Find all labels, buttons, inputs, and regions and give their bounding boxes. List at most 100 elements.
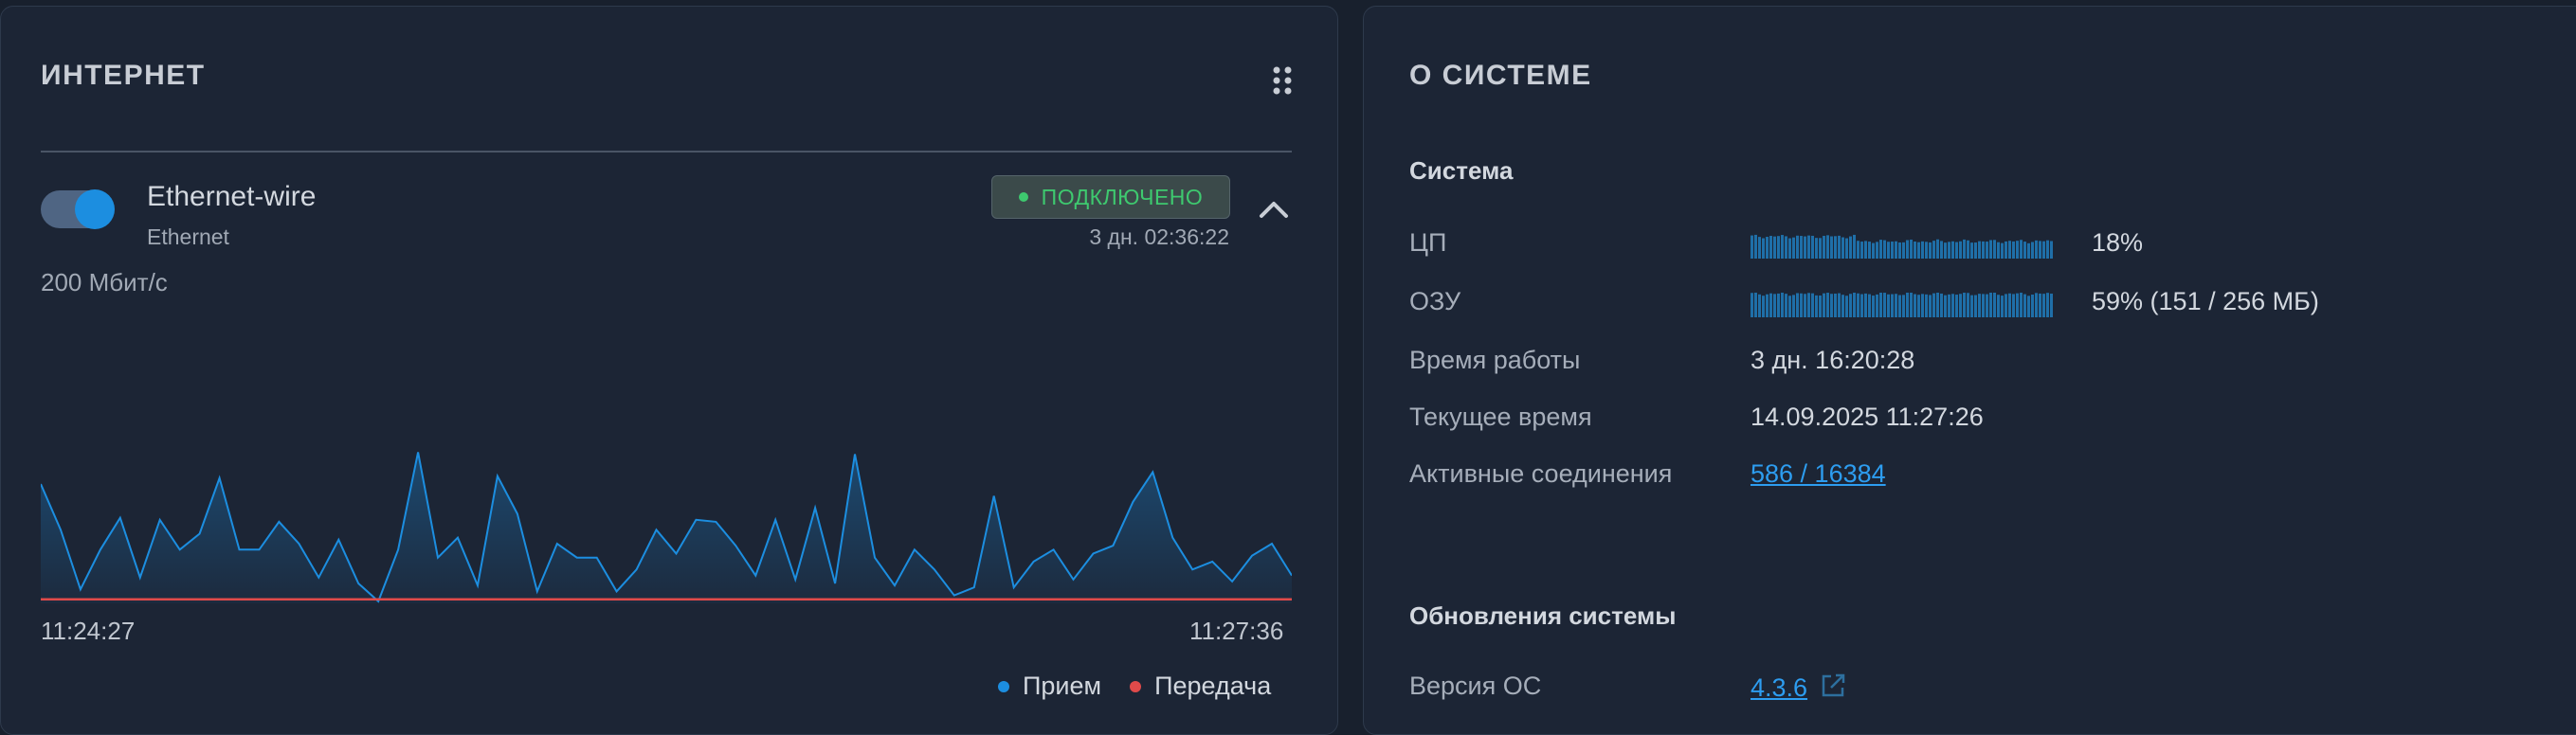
ram-history-bar [2008,293,2011,317]
cpu-history-bar [1788,238,1791,259]
ram-history-bar [1754,293,1757,317]
cpu-history-bar [1879,240,1882,259]
ram-history-bar [1826,293,1829,317]
ram-history-bar [1970,295,1973,317]
cpu-history-bar [1978,241,1981,259]
ram-history-bar [1879,293,1882,317]
chevron-up-icon[interactable] [1258,196,1290,221]
ram-history-bar [1978,294,1981,317]
ram-history-bar [1788,296,1791,317]
ram-history-bar [1944,295,1947,317]
cpu-history-bar [1826,235,1829,259]
cpu-history-bar [1986,242,1988,259]
cpu-history-bar [1864,241,1867,259]
ram-history-bar [1868,294,1871,317]
cpu-history-bar [2050,241,2053,259]
toggle-knob [75,189,115,229]
ram-label: ОЗУ [1409,287,1461,315]
drag-handle-icon[interactable] [1272,65,1293,96]
ram-history-bar [1800,293,1803,317]
cpu-history-bar [1951,241,1954,259]
ram-history-bar [1751,293,1753,317]
cpu-history-bar [1754,234,1757,259]
status-badge: ПОДКЛЮЧЕНО [991,175,1230,219]
cpu-history-bar [1902,242,1905,259]
ram-history-bar [1917,295,1920,317]
cpu-history-bar [1970,242,1973,259]
ram-history-bar [1982,294,1985,317]
external-link-icon[interactable] [1819,672,1847,700]
ram-history-bar [1841,295,1844,317]
connections-link[interactable]: 586 / 16384 [1751,459,1886,489]
ram-history-bar [1872,296,1875,317]
section-updates-title: Обновления системы [1409,601,1677,630]
cpu-history-bar [1944,242,1947,259]
cpu-history-bar [2005,241,2007,259]
interface-toggle[interactable] [41,189,115,229]
internet-card-title: ИНТЕРНЕТ [41,60,206,91]
ram-history-bar [1815,295,1818,317]
chart-time-start: 11:24:27 [41,617,136,645]
legend-tx-dot-icon [1130,680,1142,692]
ram-history-bar [1762,296,1765,317]
cpu-history-bar [1781,235,1784,259]
cpu-history-bar [1796,235,1799,259]
connections-label: Активные соединения [1409,459,1673,488]
ram-history-bar [1986,294,1988,317]
ram-history-bar [1758,294,1761,317]
cpu-history-bar [1758,237,1761,259]
cpu-history-bar [1857,241,1859,259]
ram-history-bar [1830,294,1833,317]
ram-history-bar [2035,293,2038,317]
cpu-history-bar [1766,237,1769,259]
cpu-history-bar [1906,240,1909,259]
cpu-history-bar [1841,237,1844,259]
cpu-history-bar [1917,242,1920,259]
ram-history-bar [1951,294,1954,317]
ram-history-bar [2039,293,2041,317]
cpu-history-bar [2035,240,2038,259]
ram-history-bar [1804,294,1806,317]
ram-history-bar [1932,293,1935,317]
traffic-chart [41,452,1292,603]
cpu-history-bar [1853,234,1856,259]
ram-history-bar [1955,295,1958,317]
cpu-history-bar [1898,242,1901,259]
ram-history-bar [1849,294,1852,317]
cpu-history-bar [1948,242,1950,259]
uptime-value: 3 дн. 16:20:28 [1751,346,1915,374]
cpu-history-bar [1785,236,1787,259]
ram-history-bar [1929,295,1932,317]
cpu-history-bar [1868,242,1871,259]
ram-history-bar [1891,294,1894,317]
cpu-history-bar [2046,240,2049,259]
cpu-history-bar [1929,242,1932,259]
cpu-history-bar [1895,241,1897,259]
ram-history-bar [2042,294,2045,317]
ram-history-bar [1895,294,1897,317]
cpu-history-bar [1849,236,1852,259]
cpu-history-bar [2008,241,2011,259]
ram-history-bar [1864,293,1867,317]
ram-history-bar [1845,296,1848,317]
ram-history-bar [1974,295,1977,317]
ram-history-bar [1857,293,1859,317]
cpu-history-bar [1769,235,1772,259]
legend-tx-label: Передача [1154,672,1272,700]
ram-history-bar [1993,293,1996,317]
system-card-title: О СИСТЕМЕ [1409,60,1592,91]
os-version-link[interactable]: 4.3.6 [1751,673,1807,702]
cpu-history-bar [2042,241,2045,259]
ram-history-bar [1967,293,1969,317]
cpu-history-bar [1773,236,1776,259]
ram-history-bar [1838,293,1841,317]
ram-history-bar [1777,293,1780,317]
ram-history-bar [2001,296,2004,317]
ram-history-bar [1792,295,1795,317]
ram-history-bar [1807,293,1810,317]
cpu-history-bar [2023,242,2026,259]
cpu-history-bar [1815,238,1818,259]
ram-history-bar [2027,296,2030,317]
ram-history-bar [1910,293,1913,317]
ram-history-bar [1959,294,1962,317]
